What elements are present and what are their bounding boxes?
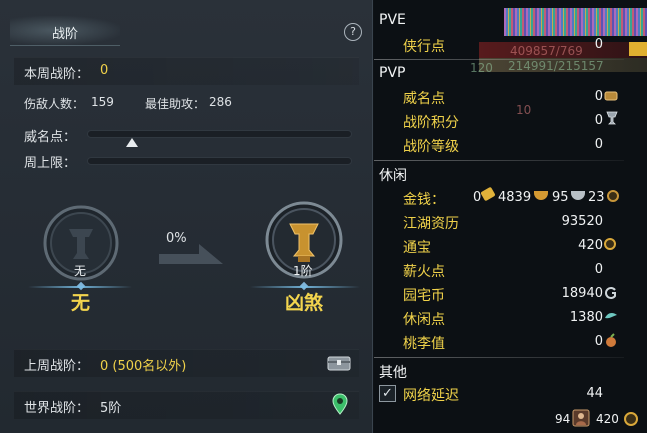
kills-label: 伤敌人数： xyxy=(24,97,85,111)
assist-value: 286 xyxy=(209,95,232,109)
help-button[interactable]: ? xyxy=(344,23,362,41)
pvp-item-label: 战阶积分 xyxy=(403,115,459,131)
fame-label: 威名点： xyxy=(24,130,77,145)
divider xyxy=(374,59,624,60)
fame-progress-track xyxy=(87,130,352,138)
fame-icon xyxy=(604,91,618,101)
pvp-item-value: 0 xyxy=(594,113,603,128)
current-rank-name: 无 xyxy=(71,292,91,314)
world-rank-label: 世界战阶： xyxy=(24,401,90,416)
kills-value: 159 xyxy=(91,95,114,109)
money-label: 金钱： xyxy=(403,192,445,208)
next-rank-level: 1阶 xyxy=(293,264,313,278)
week-rank-label: 本周战阶： xyxy=(24,67,90,82)
footer-right-value: 420 xyxy=(596,412,619,426)
current-rank-emblem: 无 xyxy=(41,203,121,283)
leisure-item-value: 420 xyxy=(578,238,603,253)
panel-title: 战阶 xyxy=(52,27,79,42)
leisure-item-value: 0 xyxy=(594,262,603,277)
gold-ingot-icon xyxy=(534,191,548,200)
pvp-item-label: 威名点 xyxy=(403,91,445,107)
leisure-item-value: 0 xyxy=(594,334,603,349)
leisure-item-label: 江湖资历 xyxy=(403,216,459,232)
leisure-item-label: 桃李值 xyxy=(403,336,445,352)
leisure-item-value: 18940 xyxy=(561,286,603,301)
chest-icon[interactable] xyxy=(327,354,351,372)
next-rank-name: 凶煞 xyxy=(285,292,324,314)
silver-ingot-icon xyxy=(571,191,585,200)
background-level-text: 120 xyxy=(470,61,493,75)
background-mp-text: 214991/215157 xyxy=(508,59,604,73)
rank-panel: 战阶 ? 本周战阶： 0 伤敌人数： 159 最佳助攻： 286 威名点： 周上… xyxy=(0,0,373,433)
panel-header: 战阶 ? xyxy=(0,14,373,48)
footer-coin-icon[interactable] xyxy=(624,412,638,426)
money-value-b: 4839 xyxy=(498,190,532,205)
leisure-item-label: 园宅币 xyxy=(403,288,445,304)
estate-coin-icon xyxy=(605,287,616,299)
rank-score-icon xyxy=(606,111,618,125)
divider xyxy=(374,357,624,358)
week-rank-value: 0 xyxy=(100,63,109,78)
divider xyxy=(374,160,624,161)
latency-checkbox[interactable]: ✓ xyxy=(379,385,396,402)
world-rank-value: 5阶 xyxy=(100,401,122,416)
latency-value: 44 xyxy=(586,386,603,401)
leisure-item-label: 休闲点 xyxy=(403,312,445,328)
copper-coin-icon xyxy=(607,190,619,202)
pve-header: PVE xyxy=(379,12,406,28)
leisure-point-icon xyxy=(605,313,617,319)
money-value-c: 95 xyxy=(552,190,569,205)
fame-progress-marker xyxy=(126,138,139,147)
current-rank-level: 无 xyxy=(74,264,87,278)
pve-item-label: 侠行点 xyxy=(403,39,445,55)
pve-item-value: 0 xyxy=(594,37,603,52)
pvp-item-value: 0 xyxy=(594,137,603,152)
pvp-item-label: 战阶等级 xyxy=(403,139,459,155)
background-bar-value: 10 xyxy=(516,103,532,117)
latency-label: 网络延迟 xyxy=(403,388,459,404)
leisure-item-label: 通宝 xyxy=(403,240,431,256)
money-value-d: 23 xyxy=(588,190,605,205)
pvp-item-value: 0 xyxy=(594,89,603,104)
footer-left-value: 94 xyxy=(555,412,571,426)
progress-arrow-icon xyxy=(159,244,223,264)
currency-panel: 409857/769 214991/215157 120 10 PVE 侠行点 … xyxy=(374,0,647,433)
leisure-header: 休闲 xyxy=(379,168,407,184)
other-header: 其他 xyxy=(379,365,407,381)
peach-icon xyxy=(606,333,616,347)
weekly-cap-track xyxy=(87,157,352,165)
tongbao-coin-icon xyxy=(604,238,616,250)
leisure-item-label: 薪火点 xyxy=(403,264,445,280)
pvp-header: PVP xyxy=(379,65,406,81)
assist-label: 最佳助攻： xyxy=(145,97,206,111)
leisure-item-value: 93520 xyxy=(561,214,603,229)
background-hp-text: 409857/769 xyxy=(510,44,583,58)
last-week-label: 上周战阶： xyxy=(24,359,90,374)
weekly-cap-label: 周上限： xyxy=(24,156,77,171)
last-week-value: 0 (500名以外) xyxy=(100,359,187,374)
background-buff-bar xyxy=(504,8,647,36)
gold-bar-icon xyxy=(480,186,496,202)
next-rank-emblem: 1阶 xyxy=(264,200,344,280)
map-pin-icon[interactable] xyxy=(332,393,348,415)
leisure-item-value: 1380 xyxy=(569,310,603,325)
character-portrait-icon[interactable] xyxy=(572,409,590,427)
background-tag-badge xyxy=(629,42,647,56)
